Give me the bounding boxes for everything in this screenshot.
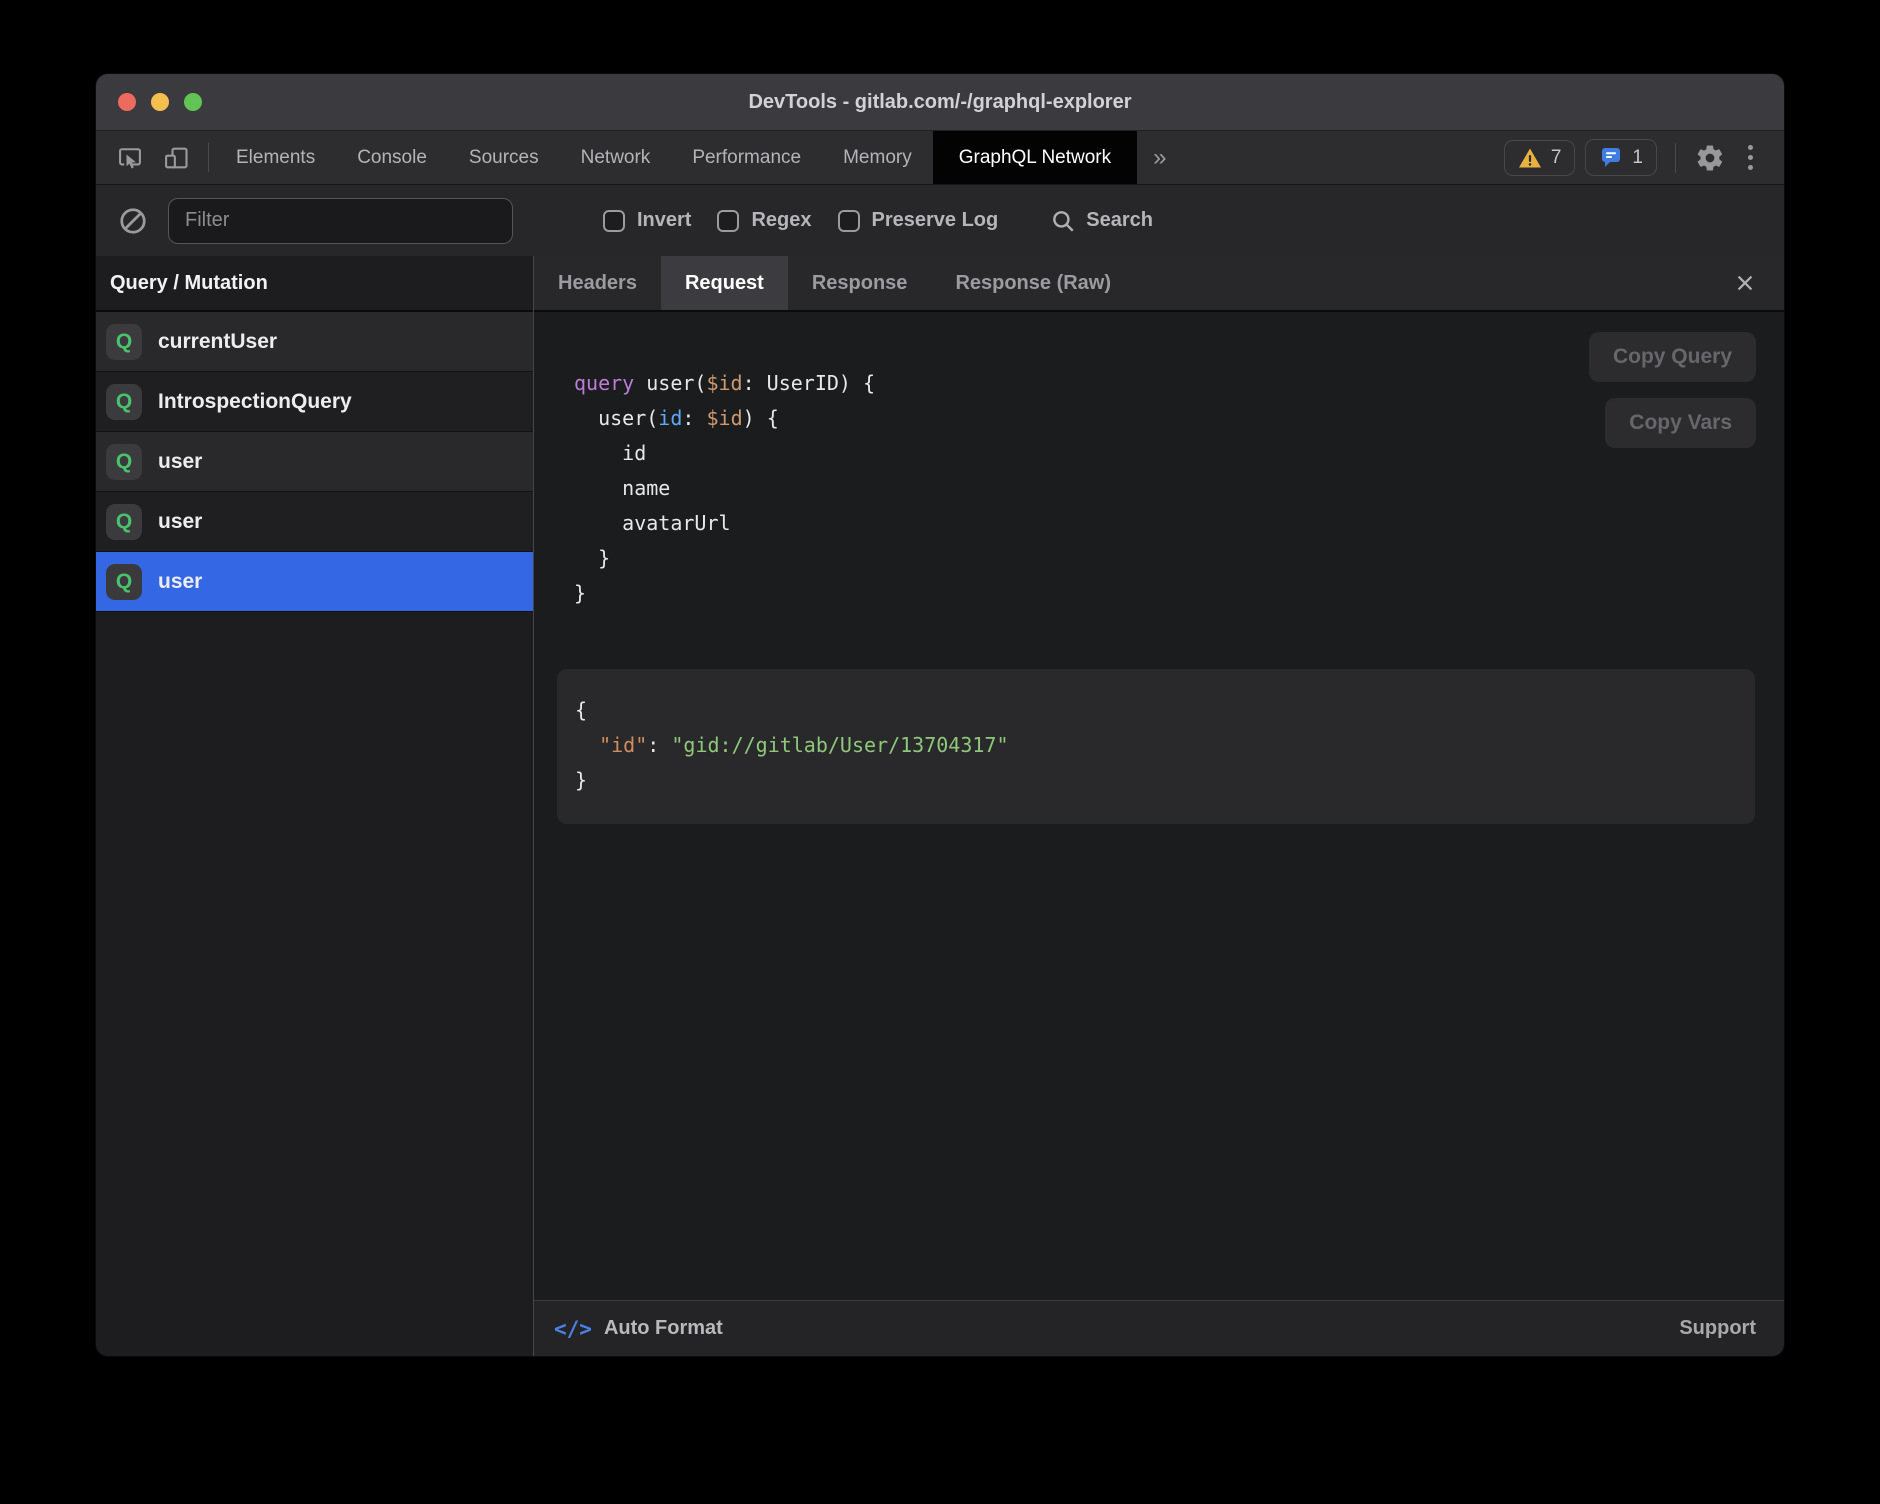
tab-response[interactable]: Response: [788, 256, 932, 310]
query-type-badge: Q: [106, 444, 142, 480]
message-count: 1: [1632, 147, 1643, 169]
checkbox-icon[interactable]: [838, 210, 860, 232]
tab-response-raw[interactable]: Response (Raw): [931, 256, 1135, 310]
devtools-panel-tabs: Elements Console Sources Network Perform…: [215, 131, 1183, 184]
query-list-sidebar: Query / Mutation Q currentUser Q Introsp…: [96, 256, 533, 1356]
devtools-window: DevTools - gitlab.com/-/graphql-explorer…: [96, 74, 1784, 1356]
more-tabs-chevron-icon[interactable]: »: [1137, 131, 1182, 184]
titlebar: DevTools - gitlab.com/-/graphql-explorer: [96, 74, 1784, 130]
maximize-window-button[interactable]: [184, 93, 202, 111]
regex-checkbox[interactable]: Regex: [717, 209, 811, 232]
devtools-toolbar-icons: [96, 131, 202, 184]
device-toolbar-icon[interactable]: [160, 142, 192, 174]
copy-query-button[interactable]: Copy Query: [1589, 332, 1756, 382]
warning-icon: [1518, 147, 1542, 169]
devtools-tab-bar: Elements Console Sources Network Perform…: [96, 130, 1784, 184]
list-item-label: user: [158, 450, 202, 474]
more-options-kebab-icon[interactable]: [1736, 145, 1764, 170]
search-icon: [1050, 208, 1076, 234]
filter-options: Invert Regex Preserve Log Search: [603, 208, 1153, 234]
checkbox-icon[interactable]: [717, 210, 739, 232]
inspect-element-icon[interactable]: [114, 142, 146, 174]
close-window-button[interactable]: [118, 93, 136, 111]
list-item-currentUser[interactable]: Q currentUser: [96, 312, 533, 372]
desktop-background: DevTools - gitlab.com/-/graphql-explorer…: [0, 0, 1880, 1504]
detail-panel: Headers Request Response Response (Raw) …: [533, 256, 1784, 1356]
invert-checkbox[interactable]: Invert: [603, 209, 691, 232]
search-button[interactable]: Search: [1050, 208, 1153, 234]
auto-format-label: Auto Format: [604, 1317, 723, 1340]
query-type-badge: Q: [106, 384, 142, 420]
settings-gear-icon[interactable]: [1694, 142, 1726, 174]
warning-count: 7: [1551, 147, 1562, 169]
detail-tab-bar: Headers Request Response Response (Raw): [534, 256, 1784, 312]
window-title: DevTools - gitlab.com/-/graphql-explorer: [748, 91, 1131, 114]
list-item-user-1[interactable]: Q user: [96, 432, 533, 492]
status-divider: [1675, 143, 1676, 173]
tab-graphql-network[interactable]: GraphQL Network: [933, 131, 1137, 184]
code-brackets-icon: </>: [554, 1317, 592, 1341]
list-item-label: currentUser: [158, 330, 277, 354]
regex-label: Regex: [751, 209, 811, 232]
tab-sources[interactable]: Sources: [448, 131, 560, 184]
list-item-label: IntrospectionQuery: [158, 390, 352, 414]
tab-memory[interactable]: Memory: [822, 131, 933, 184]
close-panel-button[interactable]: [1706, 256, 1784, 310]
support-link[interactable]: Support: [1679, 1317, 1756, 1340]
list-item-introspectionQuery[interactable]: Q IntrospectionQuery: [96, 372, 533, 432]
query-type-badge: Q: [106, 324, 142, 360]
search-label: Search: [1086, 209, 1153, 232]
warnings-badge[interactable]: 7: [1504, 140, 1576, 176]
list-item-user-3-selected[interactable]: Q user: [96, 552, 533, 612]
list-item-label: user: [158, 570, 202, 594]
tab-headers[interactable]: Headers: [534, 256, 661, 310]
devtools-status-area: 7 1: [1504, 131, 1784, 184]
list-item-user-2[interactable]: Q user: [96, 492, 533, 552]
list-item-label: user: [158, 510, 202, 534]
sidebar-header: Query / Mutation: [96, 256, 533, 312]
graphql-variables-box: { "id": "gid://gitlab/User/13704317"}: [557, 669, 1755, 824]
query-type-badge: Q: [106, 504, 142, 540]
preserve-log-label: Preserve Log: [872, 209, 999, 232]
toolbar-divider: [208, 143, 209, 172]
chat-bubble-icon: [1599, 146, 1623, 169]
tab-network[interactable]: Network: [560, 131, 672, 184]
checkbox-icon[interactable]: [603, 210, 625, 232]
query-type-badge: Q: [106, 564, 142, 600]
copy-vars-button[interactable]: Copy Vars: [1605, 398, 1756, 448]
auto-format-button[interactable]: </> Auto Format: [554, 1317, 723, 1341]
tab-elements[interactable]: Elements: [215, 131, 336, 184]
request-content: Copy Query Copy Vars query user($id: Use…: [534, 312, 1784, 1300]
filter-toolbar: Invert Regex Preserve Log Search: [96, 184, 1784, 256]
minimize-window-button[interactable]: [151, 93, 169, 111]
main-area: Query / Mutation Q currentUser Q Introsp…: [96, 256, 1784, 1356]
tab-request[interactable]: Request: [661, 256, 788, 310]
filter-input[interactable]: [168, 198, 513, 244]
close-icon: [1734, 272, 1756, 294]
panel-footer: </> Auto Format Support: [534, 1300, 1784, 1356]
clear-filter-icon[interactable]: [96, 206, 168, 236]
preserve-log-checkbox[interactable]: Preserve Log: [838, 209, 999, 232]
tab-performance[interactable]: Performance: [671, 131, 822, 184]
invert-label: Invert: [637, 209, 691, 232]
messages-badge[interactable]: 1: [1585, 139, 1657, 176]
tab-console[interactable]: Console: [336, 131, 448, 184]
traffic-lights: [118, 74, 202, 130]
